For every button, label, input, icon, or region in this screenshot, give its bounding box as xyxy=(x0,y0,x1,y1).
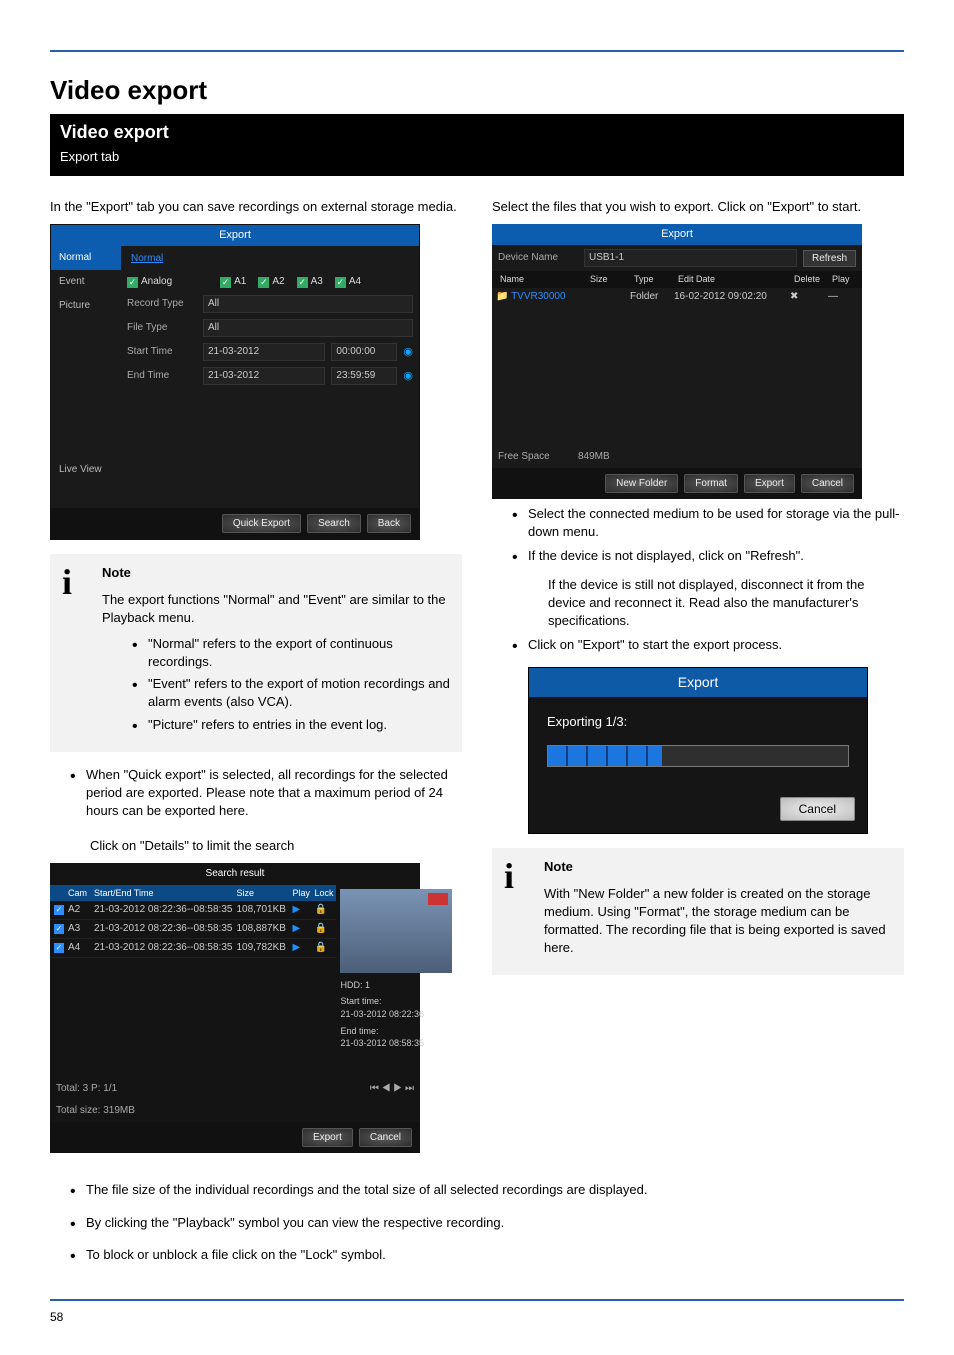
lbl-free-space: Free Space xyxy=(498,450,578,464)
lock-icon[interactable]: 🔒 xyxy=(312,922,334,936)
details-lead: Click on "Details" to limit the search xyxy=(90,837,462,855)
check-a2[interactable]: A2 xyxy=(258,275,284,289)
export-device-panel: Export Device Name USB1-1 Refresh Name S… xyxy=(492,224,862,499)
foot-left: Total: 3 P: 1/1 xyxy=(56,1082,117,1096)
export-button[interactable]: Export xyxy=(744,474,795,493)
bottom-bullet-0: The file size of the individual recordin… xyxy=(86,1181,904,1203)
note2-text: With "New Folder" a new folder is create… xyxy=(544,885,892,958)
check-a4[interactable]: A4 xyxy=(335,275,361,289)
right-bullet2: If the device is not displayed, click on… xyxy=(528,547,904,569)
col-lock: Lock xyxy=(312,887,334,900)
format-button[interactable]: Format xyxy=(684,474,738,493)
field-start-time[interactable]: 00:00:00 xyxy=(331,343,397,361)
col-size: Size xyxy=(234,887,290,900)
lock-icon[interactable]: 🔒 xyxy=(312,941,334,955)
progress-bar xyxy=(547,745,849,767)
back-button[interactable]: Back xyxy=(367,514,411,533)
search-button[interactable]: Search xyxy=(307,514,361,533)
export-panel: Export Normal Event Picture Live View No… xyxy=(50,224,420,540)
quick-export-text: When "Quick export" is selected, all rec… xyxy=(86,766,462,821)
lbl-file-type: File Type xyxy=(127,321,197,335)
note-box-1: i Note The export functions "Normal" and… xyxy=(50,554,462,752)
col-play: Play xyxy=(290,887,312,900)
preview-hdd: HDD: 1 xyxy=(340,979,452,992)
cancel-button[interactable]: Cancel xyxy=(801,474,854,493)
check-icon[interactable] xyxy=(52,941,66,955)
clock-icon[interactable]: ◉ xyxy=(403,345,413,360)
table-row[interactable]: A2 21-03-2012 08:22:36--08:58:35 108,701… xyxy=(50,901,336,920)
page-title: Video export xyxy=(50,72,904,108)
new-folder-button[interactable]: New Folder xyxy=(605,474,678,493)
info-icon: i xyxy=(62,564,102,742)
note1-line0: The export functions "Normal" and "Event… xyxy=(102,591,450,627)
field-file-type[interactable]: All xyxy=(203,319,413,337)
note1-line2: "Event" refers to the export of motion r… xyxy=(148,675,450,711)
note-lead: Note xyxy=(102,565,131,580)
play-icon[interactable]: ▶ xyxy=(290,903,312,917)
table-row[interactable]: A4 21-03-2012 08:22:36--08:58:35 109,782… xyxy=(50,939,336,958)
foot-total: Total size: 319MB xyxy=(56,1104,135,1118)
field-record-type[interactable]: All xyxy=(203,295,413,313)
export-button[interactable]: Export xyxy=(302,1128,353,1147)
delete-icon[interactable]: ✖ xyxy=(790,290,828,304)
note2-lead: Note xyxy=(544,859,573,874)
page-number: 58 xyxy=(50,1309,63,1326)
info-icon: i xyxy=(504,858,544,965)
refresh-button[interactable]: Refresh xyxy=(803,250,856,267)
preview-thumb xyxy=(340,889,452,973)
quick-export-button[interactable]: Quick Export xyxy=(222,514,301,533)
lbl-start-time: Start Time xyxy=(127,345,197,359)
intro-text: In the "Export" tab you can save recordi… xyxy=(50,198,462,216)
check-a1[interactable]: A1 xyxy=(220,275,246,289)
check-analog[interactable]: Analog xyxy=(127,275,172,289)
note1-line1: "Normal" refers to the export of continu… xyxy=(148,635,450,671)
field-end-date[interactable]: 21-03-2012 xyxy=(203,367,325,385)
export-device-title: Export xyxy=(492,224,862,245)
sidebar-item-event[interactable]: Event xyxy=(51,270,121,294)
check-a3[interactable]: A3 xyxy=(297,275,323,289)
lbl-device-name: Device Name xyxy=(498,251,578,265)
bottom-bullet-2: To block or unblock a file click on the … xyxy=(86,1246,904,1268)
progress-title: Export xyxy=(529,668,867,698)
free-space-value: 849MB xyxy=(578,450,610,464)
export-sidebar: Normal Event Picture Live View xyxy=(51,246,121,508)
table-row[interactable]: A3 21-03-2012 08:22:36--08:58:35 108,887… xyxy=(50,920,336,939)
play-icon[interactable]: ▶ xyxy=(290,922,312,936)
col-cam: Cam xyxy=(66,887,92,900)
sidebar-item-liveview[interactable]: Live View xyxy=(51,458,121,482)
section-band: Video export Export tab xyxy=(50,114,904,175)
field-start-date[interactable]: 21-03-2012 xyxy=(203,343,325,361)
select-files-lead: Select the files that you wish to export… xyxy=(492,198,904,216)
export-panel-title: Export xyxy=(51,225,419,246)
play-icon[interactable]: ▶ xyxy=(290,941,312,955)
band-sub: Export tab xyxy=(60,146,894,170)
field-end-time[interactable]: 23:59:59 xyxy=(331,367,397,385)
progress-label: Exporting 1/3: xyxy=(547,713,849,731)
export-progress-dialog: Export Exporting 1/3: Cancel xyxy=(528,667,868,835)
cancel-button[interactable]: Cancel xyxy=(780,797,855,821)
lbl-end-time: End Time xyxy=(127,369,197,383)
right-bullet3: Click on "Export" to start the export pr… xyxy=(528,636,904,658)
clock-icon[interactable]: ◉ xyxy=(403,369,413,384)
col-time: Start/End Time xyxy=(92,887,234,900)
sidebar-item-picture[interactable]: Picture xyxy=(51,294,121,318)
band-heading: Video export xyxy=(60,120,894,145)
sidebar-item-normal[interactable]: Normal xyxy=(51,246,121,270)
check-icon[interactable] xyxy=(52,903,66,917)
search-result-panel: Search result Cam Start/End Time Size Pl… xyxy=(50,863,420,1154)
bottom-bullet-1: By clicking the "Playback" symbol you ca… xyxy=(86,1214,904,1236)
note1-line3: "Picture" refers to entries in the event… xyxy=(148,716,450,738)
check-icon[interactable] xyxy=(52,922,66,936)
cancel-button[interactable]: Cancel xyxy=(359,1128,412,1147)
table-row[interactable]: 📁 TVVR30000 Folder 16-02-2012 09:02:20 ✖… xyxy=(492,288,862,306)
search-result-title: Search result xyxy=(50,863,420,885)
spec-note: If the device is still not displayed, di… xyxy=(548,576,904,631)
right-bullet1: Select the connected medium to be used f… xyxy=(528,505,904,541)
note-box-2: i Note With "New Folder" a new folder is… xyxy=(492,848,904,975)
device-select[interactable]: USB1-1 xyxy=(584,249,797,267)
tab-normal[interactable]: Normal xyxy=(127,250,167,268)
lock-icon[interactable]: 🔒 xyxy=(312,903,334,917)
lbl-record-type: Record Type xyxy=(127,297,197,311)
